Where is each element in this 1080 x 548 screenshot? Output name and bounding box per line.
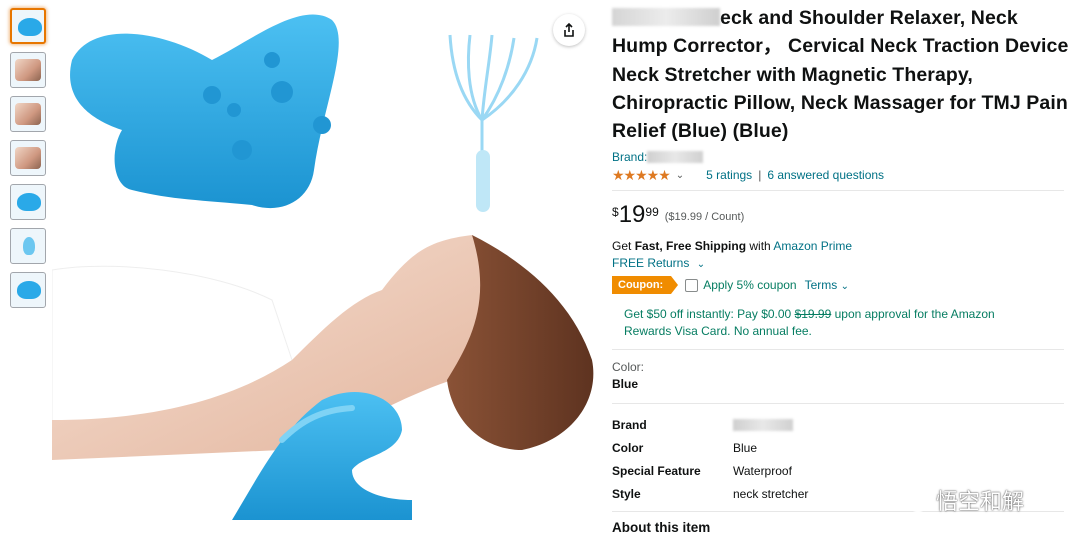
table-row: Style neck stretcher <box>612 482 808 505</box>
brand-label: Brand: <box>612 150 648 165</box>
product-title: eck and Shoulder Relaxer, Neck Hump Corr… <box>612 4 1072 145</box>
divider <box>612 349 1064 351</box>
product-illustration <box>52 14 594 520</box>
free-returns[interactable]: FREE Returns ⌄ <box>612 256 1072 270</box>
person-thumb-icon <box>15 59 41 81</box>
thumbnail-strip <box>10 8 48 316</box>
divider <box>612 190 1064 192</box>
share-button[interactable] <box>553 14 585 46</box>
offer-text-a: Get $50 off instantly: Pay $0.00 <box>624 307 795 322</box>
color-value: Blue <box>612 377 639 392</box>
watermark-text: 悟空和解 <box>936 489 1025 514</box>
person-thumb-icon <box>15 103 41 125</box>
price-whole: 19 <box>618 201 646 229</box>
ratings-link[interactable]: 5 ratings <box>706 168 752 182</box>
star-rating-icon[interactable]: ★★★★★ <box>612 167 671 184</box>
shipping-with: with <box>746 239 774 254</box>
ratings-row: ★★★★★ ⌄ 5 ratings | 6 answered questions <box>612 166 1072 184</box>
chevron-down-icon[interactable]: ⌄ <box>676 170 684 181</box>
price-symbol: $ <box>612 205 619 220</box>
spec-value: Waterproof <box>733 463 792 478</box>
product-title-text: eck and Shoulder Relaxer, Neck Hump Corr… <box>612 7 1069 143</box>
wechat-icon <box>897 488 929 512</box>
specs-table: Brand Color Blue Special Feature Waterpr… <box>612 413 808 505</box>
spec-value <box>733 413 808 436</box>
coupon-label[interactable]: Apply 5% coupon <box>703 278 796 292</box>
coupon-terms-label: Terms <box>804 278 838 293</box>
watermark: 悟空和解 <box>896 484 1024 516</box>
prime-link[interactable]: Amazon Prime <box>773 239 852 253</box>
coupon-terms[interactable]: Terms ⌄ <box>805 278 849 292</box>
thumbnail-4[interactable] <box>10 140 46 176</box>
blurred-brand-redaction <box>612 8 720 26</box>
table-row: Brand <box>612 413 808 436</box>
price-per-unit: ($19.99 / Count) <box>664 211 745 224</box>
offer-strike-price: $19.99 <box>794 307 832 322</box>
thumbnail-1[interactable] <box>10 8 46 44</box>
share-icon <box>564 22 574 37</box>
visa-offer[interactable]: Get $50 off instantly: Pay $0.00 $19.99 … <box>624 306 1044 340</box>
divider <box>612 403 1064 405</box>
blurred-brand-name <box>647 151 704 164</box>
product-thumb-icon <box>17 193 41 211</box>
questions-link[interactable]: 6 answered questions <box>767 168 884 182</box>
spec-value: neck stretcher <box>733 486 809 501</box>
spec-key: Style <box>612 486 641 501</box>
shipping-line: Get Fast, Free Shipping with Amazon Prim… <box>612 239 1072 253</box>
blurred-brand-value <box>733 418 793 431</box>
chevron-down-icon: ⌄ <box>840 281 850 293</box>
coupon-badge: Coupon: <box>612 276 679 295</box>
brand-line[interactable]: Brand: <box>612 150 1072 164</box>
chevron-down-icon: ⌄ <box>696 259 706 271</box>
main-product-image[interactable] <box>52 0 600 548</box>
shipping-bold: Fast, Free Shipping <box>634 239 747 254</box>
person-thumb-icon <box>15 147 41 169</box>
separator: | <box>758 168 762 183</box>
spec-key: Special Feature <box>612 463 701 478</box>
product-thumb-icon <box>18 18 42 36</box>
thumbnail-2[interactable] <box>10 52 46 88</box>
about-heading: About this item <box>612 520 711 536</box>
price-fraction: 99 <box>645 205 659 220</box>
thumbnail-6[interactable] <box>10 228 46 264</box>
color-label: Color: <box>612 360 645 375</box>
price: $ 19 99 ($19.99 / Count) <box>612 203 1072 233</box>
shipping-prefix: Get <box>612 239 635 254</box>
coupon-checkbox[interactable] <box>685 278 699 292</box>
thumbnail-7[interactable] <box>10 272 46 308</box>
thumbnail-3[interactable] <box>10 96 46 132</box>
spec-key: Color <box>612 440 644 455</box>
coupon-row: Coupon: Apply 5% coupon Terms ⌄ <box>612 276 1072 295</box>
table-row: Special Feature Waterproof <box>612 459 808 482</box>
thumbnail-5[interactable] <box>10 184 46 220</box>
spec-value: Blue <box>733 440 758 455</box>
table-row: Color Blue <box>612 436 808 459</box>
product-thumb-icon <box>17 281 41 299</box>
spec-key: Brand <box>612 417 647 432</box>
product-thumb-icon <box>23 237 35 255</box>
product-details: eck and Shoulder Relaxer, Neck Hump Corr… <box>612 4 1072 535</box>
free-returns-label: FREE Returns <box>612 256 690 271</box>
